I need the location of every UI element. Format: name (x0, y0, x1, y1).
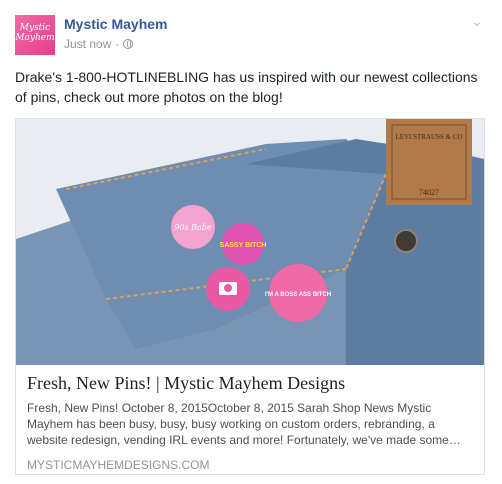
chevron-down-icon[interactable]: ⌄ (471, 13, 483, 30)
jacket-photo: LEVI STRAUSS & CO 74027 90s Babe SASSY B… (16, 119, 484, 365)
link-preview[interactable]: LEVI STRAUSS & CO 74027 90s Babe SASSY B… (15, 118, 485, 475)
pin-text: I'M A BOSS ASS BITCH (265, 292, 331, 298)
label-number-text: 74027 (419, 188, 439, 197)
link-domain: MYSTICMAYHEMDESIGNS.COM (27, 458, 210, 472)
post-text: Drake's 1-800-HOTLINEBLING has us inspir… (15, 69, 478, 105)
pin-text: 90s Babe (174, 223, 212, 232)
post-header: Mystic Mayhem Mystic Mayhem Just now · ⌄ (15, 13, 485, 55)
pin-text: SASSY BITCH (220, 242, 267, 249)
pin-90s-babe: 90s Babe (171, 205, 215, 249)
link-info[interactable]: Fresh, New Pins! | Mystic Mayhem Designs… (27, 372, 473, 472)
label-brand-text: LEVI STRAUSS & CO (395, 133, 462, 141)
timestamp-link[interactable]: Just now (64, 37, 111, 51)
avatar-logo-text: Mystic Mayhem (15, 23, 55, 43)
pin-camera (206, 267, 250, 311)
meta-separator: · (115, 37, 120, 51)
brand-label: LEVI STRAUSS & CO 74027 (386, 119, 472, 205)
link-title[interactable]: Fresh, New Pins! | Mystic Mayhem Designs (27, 372, 473, 394)
post-meta: Just now · (64, 37, 134, 51)
jacket-button (394, 229, 418, 253)
link-description: Fresh, New Pins! October 8, 2015October … (27, 401, 461, 447)
page-name-link[interactable]: Mystic Mayhem (64, 16, 167, 32)
avatar[interactable]: Mystic Mayhem (15, 15, 55, 55)
link-preview-image[interactable]: LEVI STRAUSS & CO 74027 90s Babe SASSY B… (16, 119, 484, 365)
globe-icon[interactable] (123, 39, 134, 49)
post-card: Mystic Mayhem Mystic Mayhem Just now · ⌄… (0, 0, 502, 484)
